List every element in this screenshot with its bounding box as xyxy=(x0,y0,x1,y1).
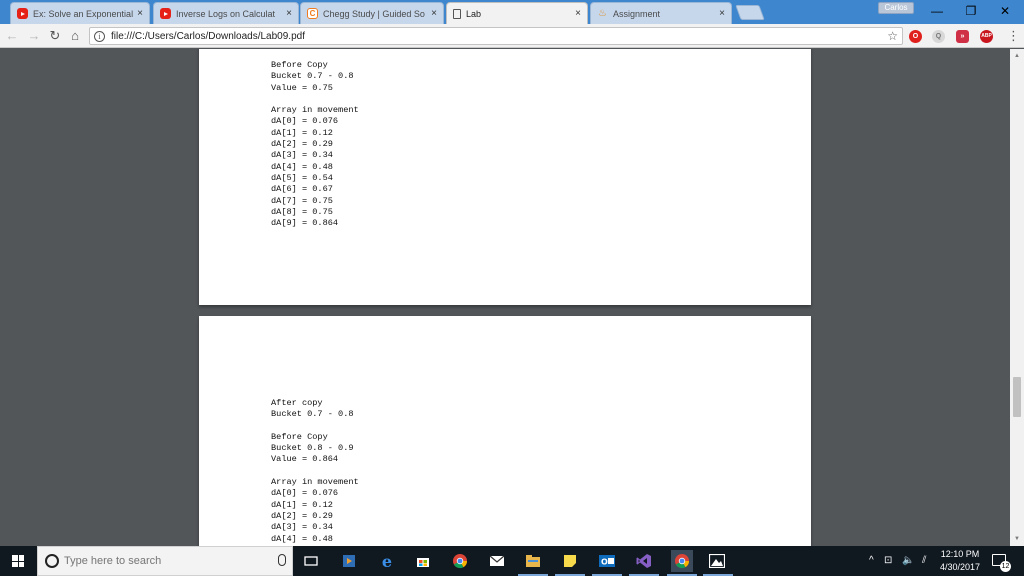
volume-icon[interactable]: 🔈 xyxy=(902,546,914,576)
task-view-icon[interactable] xyxy=(302,552,320,570)
address-bar[interactable]: i file:///C:/Users/Carlos/Downloads/Lab0… xyxy=(89,27,903,45)
media-player-icon[interactable] xyxy=(340,552,358,570)
info-icon[interactable]: i xyxy=(94,31,105,42)
cortana-icon xyxy=(45,554,59,568)
show-hidden-icons-chevron-icon[interactable]: ^ xyxy=(869,546,874,576)
tab-assignment[interactable]: ♨ Assignment × xyxy=(590,2,732,24)
tab-chegg[interactable]: C Chegg Study | Guided So × xyxy=(300,2,444,24)
windows-logo-icon xyxy=(12,555,24,567)
file-explorer-icon[interactable] xyxy=(524,552,542,570)
tab-label: Assignment xyxy=(613,8,661,19)
tab-strip: Ex: Solve an Exponential × Inverse Logs … xyxy=(0,0,1024,24)
reload-button[interactable]: ↻ xyxy=(47,28,63,44)
minimize-button[interactable]: — xyxy=(924,2,950,20)
svg-text:O: O xyxy=(601,558,608,567)
tab-close-icon[interactable]: × xyxy=(575,8,581,19)
tab-close-icon[interactable]: × xyxy=(286,8,292,19)
scroll-down-icon[interactable]: ▼ xyxy=(1010,532,1024,546)
taskbar-search-box[interactable]: Type here to search xyxy=(37,546,293,576)
tab-label: Lab xyxy=(466,8,482,19)
notification-count-badge: 12 xyxy=(1000,561,1011,572)
bookmark-star-icon[interactable]: ☆ xyxy=(887,28,898,45)
tab-lab[interactable]: Lab × xyxy=(446,2,588,24)
url-text[interactable]: file:///C:/Users/Carlos/Downloads/Lab09.… xyxy=(111,28,305,46)
tab-close-icon[interactable]: × xyxy=(719,8,725,19)
home-button[interactable]: ⌂ xyxy=(67,28,83,44)
tab-label: Inverse Logs on Calculat xyxy=(176,8,276,19)
vertical-scrollbar[interactable]: ▲ ▼ xyxy=(1010,49,1024,546)
forward-button[interactable]: → xyxy=(26,28,42,44)
assignment-icon: ♨ xyxy=(598,8,607,19)
chrome-active-icon[interactable] xyxy=(671,550,693,572)
clock-time: 12:10 PM xyxy=(940,549,980,559)
search-placeholder: Type here to search xyxy=(64,555,162,567)
back-button[interactable]: ← xyxy=(4,28,20,44)
tab-exponential[interactable]: Ex: Solve an Exponential × xyxy=(10,2,150,24)
profile-button[interactable]: Carlos xyxy=(878,2,914,14)
new-tab-button[interactable] xyxy=(735,5,765,20)
browser-menu-icon[interactable]: ⋮ xyxy=(1007,28,1020,44)
clock-date: 4/30/2017 xyxy=(939,562,981,572)
tab-label: Chegg Study | Guided So xyxy=(323,8,425,19)
youtube-icon xyxy=(17,8,28,19)
outlook-icon[interactable]: O xyxy=(598,552,616,570)
pdf-page: After copy Bucket 0.7 - 0.8 Before Copy … xyxy=(199,316,811,546)
start-button[interactable] xyxy=(0,546,36,576)
document-icon xyxy=(453,8,461,19)
scrollbar-thumb[interactable] xyxy=(1013,377,1021,417)
visual-studio-icon[interactable] xyxy=(635,552,653,570)
pdf-viewer[interactable]: Before Copy Bucket 0.7 - 0.8 Value = 0.7… xyxy=(0,49,1024,546)
tab-close-icon[interactable]: × xyxy=(431,8,437,19)
adblock-extension-icon[interactable]: ABP xyxy=(980,30,993,43)
taskbar-clock[interactable]: 12:10 PM 4/30/2017 xyxy=(937,548,983,574)
chrome-icon[interactable] xyxy=(451,552,469,570)
restore-button[interactable]: ❐ xyxy=(958,2,984,20)
opera-extension-icon[interactable]: O xyxy=(909,30,922,43)
chegg-icon: C xyxy=(307,8,318,19)
browser-toolbar: ← → ↻ ⌂ i file:///C:/Users/Carlos/Downlo… xyxy=(0,24,1024,48)
wifi-icon[interactable]: ⫽ xyxy=(922,546,926,576)
pocket-extension-icon[interactable]: » xyxy=(956,30,969,43)
page-text: Before Copy Bucket 0.7 - 0.8 Value = 0.7… xyxy=(271,60,359,229)
scroll-up-icon[interactable]: ▲ xyxy=(1010,49,1024,63)
tab-close-icon[interactable]: × xyxy=(137,8,143,19)
search-extension-icon[interactable]: Q xyxy=(932,30,945,43)
mail-icon[interactable] xyxy=(488,552,506,570)
close-window-button[interactable]: ✕ xyxy=(992,2,1018,20)
youtube-icon xyxy=(160,8,171,19)
photos-icon[interactable] xyxy=(708,552,726,570)
microphone-icon[interactable] xyxy=(278,554,286,566)
tab-inverse-logs[interactable]: Inverse Logs on Calculat × xyxy=(153,2,299,24)
windows-taskbar: Type here to search e O ^ ⊡ 🔈 ⫽ 12:10 PM… xyxy=(0,546,1024,576)
pdf-page: Before Copy Bucket 0.7 - 0.8 Value = 0.7… xyxy=(199,49,811,305)
tab-label: Ex: Solve an Exponential xyxy=(33,8,134,19)
sticky-notes-icon[interactable] xyxy=(561,552,579,570)
page-text: After copy Bucket 0.7 - 0.8 Before Copy … xyxy=(271,398,359,544)
edge-browser-icon[interactable]: e xyxy=(378,552,396,571)
store-icon[interactable] xyxy=(414,552,432,570)
network-icon[interactable]: ⊡ xyxy=(884,546,892,576)
